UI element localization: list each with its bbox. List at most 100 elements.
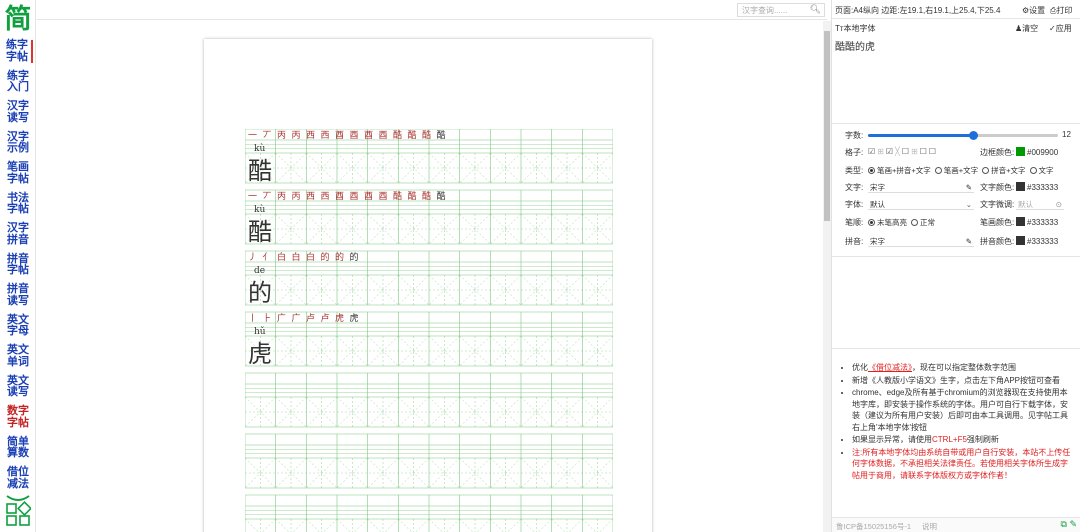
apply-button[interactable]: ✓应用 <box>1049 23 1072 34</box>
stroke-order-glyph: 酷 <box>437 129 446 141</box>
stroke-order-glyph: 虎 <box>335 312 344 324</box>
stroke-order-glyph: 丆 <box>263 192 272 202</box>
sidebar-item-14[interactable]: 借位 减法 <box>3 466 33 490</box>
help-link[interactable]: 说明 <box>922 521 937 532</box>
pinyin-label: 拼音: <box>845 237 864 246</box>
sidebar-item-1[interactable]: 练字 入门 <box>3 70 33 94</box>
worksheet-page: 一丆丙丙西西酉酉酉酉酷酷酷酷 kù 酷一丆丙丙西西酉酉酉酉酷酷酷酷 kù 酷丿亻白白白的… <box>204 39 652 532</box>
practice-char: 酷 <box>248 218 272 246</box>
stroke-radio-group[interactable]: 末笔高亮 正常 <box>868 217 939 228</box>
sidebar-item-13[interactable]: 简单 算数 <box>3 436 33 460</box>
settings-panel: 页面:A4纵向 边距:左19.1,右19.1,上25.4,下25.4 ⚙设置 ⎙… <box>831 0 1080 532</box>
sidebar-item-9[interactable]: 英文 字母 <box>3 314 33 338</box>
print-button[interactable]: ⎙打印 <box>1050 5 1072 16</box>
type-option-3[interactable]: 文字 <box>1029 166 1054 175</box>
type-radio-group[interactable]: 笔画+拼音+文字 笔画+文字 拼音+文字 文字 <box>868 165 1058 176</box>
sidebar-item-3[interactable]: 汉字 示例 <box>3 131 33 155</box>
font-select[interactable]: 默认 ⌄ <box>868 199 974 210</box>
stroke-label: 笔顺: <box>845 218 864 227</box>
icp-link[interactable]: 鲁ICP备15025156号-1 <box>836 521 911 532</box>
text-tune-label: 文字微调: <box>980 200 1015 209</box>
text-content-input[interactable]: 酷酷的虎 <box>835 38 875 53</box>
count-slider[interactable] <box>868 131 1058 140</box>
search-icon[interactable]: 🔍︎ <box>810 4 821 15</box>
border-color-picker[interactable]: #009900 <box>1016 147 1058 157</box>
preview-scrollbar[interactable] <box>823 21 831 532</box>
border-color-label: 边框颜色: <box>980 148 1015 157</box>
sidebar-item-4[interactable]: 笔画 字帖 <box>3 161 33 185</box>
sidebar-item-12[interactable]: 数字 字帖 <box>3 405 33 429</box>
site-logo[interactable]: 简 <box>4 3 32 37</box>
sidebar-item-5[interactable]: 书法 字帖 <box>3 192 33 216</box>
text-color-picker[interactable]: #333333 <box>1016 182 1058 192</box>
slider-thumb[interactable] <box>968 131 978 140</box>
stroke-order-glyph: 酷 <box>422 190 431 202</box>
type-option-2[interactable]: 拼音+文字 <box>982 166 1026 175</box>
stroke-order-glyph: 丙 <box>277 130 286 141</box>
stroke-order-glyph: 丙 <box>277 191 286 202</box>
stroke-option-1[interactable]: 正常 <box>911 218 935 227</box>
sidebar-item-2[interactable]: 汉字 读写 <box>3 100 33 124</box>
note-link: 注:所有本地字体均由系统自带或用户自行安装，本站不上传任何字体数据，不承担相关法… <box>852 447 1071 480</box>
note-item: 注:所有本地字体均由系统自带或用户自行安装，本站不上传任何字体数据，不承担相关法… <box>852 447 1074 482</box>
settings-button[interactable]: ⚙设置 <box>1022 5 1045 16</box>
count-value: 12 <box>1062 130 1071 139</box>
search-placeholder: 汉字查询...... <box>742 6 788 15</box>
sidebar-item-8[interactable]: 拼音 读写 <box>3 283 33 307</box>
sidebar-item-11[interactable]: 英文 读写 <box>3 375 33 399</box>
pinyin-color-picker[interactable]: #333333 <box>1016 236 1058 246</box>
pinyin-label: hǔ <box>254 326 266 337</box>
search-input[interactable]: 汉字查询...... 🔍︎ <box>737 3 825 17</box>
text-label: 文字: <box>845 183 864 192</box>
stroke-order-glyph: 酷 <box>393 190 402 202</box>
preview-area: 一丆丙丙西西酉酉酉酉酷酷酷酷 kù 酷一丆丙丙西西酉酉酉酉酷酷酷酷 kù 酷丿亻白白白的… <box>37 21 822 532</box>
stroke-color-picker[interactable]: #333333 <box>1016 217 1058 227</box>
note-link[interactable]: 《借位减法》 <box>868 363 912 372</box>
stroke-order-glyph: 西 <box>321 130 330 141</box>
local-font-button[interactable]: Tт本地字体 <box>835 23 876 34</box>
stroke-order-glyph: 卢 <box>321 312 330 324</box>
grid-label: 格子: <box>845 148 864 157</box>
share-icon[interactable]: ⧉ ✎ <box>1061 519 1077 530</box>
sidebar-item-7[interactable]: 拼音 字帖 <box>3 253 33 277</box>
stroke-order-glyph: 酷 <box>422 129 431 141</box>
stroke-order-glyph: 卢 <box>306 312 315 324</box>
stroke-order-glyph: 的 <box>335 251 344 263</box>
stroke-order-glyph: 酉 <box>335 130 344 141</box>
grid-options[interactable]: ☑⊞☑╳☐⊞☐☐ <box>868 147 938 156</box>
stroke-order-glyph: 丆 <box>263 131 272 141</box>
stroke-order-glyph: 丿 <box>248 253 257 263</box>
stroke-order-glyph: 虎 <box>350 312 359 324</box>
stroke-order-glyph: 丙 <box>292 191 301 202</box>
stroke-order-glyph: 广 <box>277 312 286 324</box>
sidebar-item-10[interactable]: 英文 单词 <box>3 344 33 368</box>
scrollbar-thumb[interactable] <box>824 31 830 221</box>
stroke-order-glyph: 白 <box>292 251 301 263</box>
stroke-order-glyph: 酷 <box>408 129 417 141</box>
pinyin-font-input[interactable]: 宋字 ✎ <box>868 236 974 247</box>
apps-icon[interactable] <box>5 494 31 526</box>
pen-icon: ✎ <box>965 237 972 246</box>
reset-icon[interactable]: ⊙ <box>1056 199 1062 210</box>
type-option-0[interactable]: 笔画+拼音+文字 <box>868 166 931 175</box>
note-item: 如果显示异常，请使用CTRL+F5强制刷新 <box>852 434 1074 446</box>
practice-char: 的 <box>248 279 272 307</box>
stroke-order-glyph: 西 <box>306 191 315 202</box>
text-font-input[interactable]: 宋字 ✎ <box>868 182 974 193</box>
type-label: 类型: <box>845 166 864 175</box>
clear-button[interactable]: ♟清空 <box>1015 23 1038 34</box>
pen-icon: ✎ <box>965 183 972 192</box>
stroke-order-glyph: 西 <box>321 191 330 202</box>
note-item: chrome、edge及所有基于chromium的浏览器现在支持使用本地字库，即… <box>852 387 1074 433</box>
chevron-down-icon: ⌄ <box>965 200 972 209</box>
count-label: 字数: <box>845 131 864 140</box>
sidebar-item-6[interactable]: 汉字 拼音 <box>3 222 33 246</box>
type-option-1[interactable]: 笔画+文字 <box>934 166 978 175</box>
stroke-order-glyph: 丨 <box>248 313 257 324</box>
text-tune-input[interactable]: 默认 ⊙ <box>1016 199 1064 210</box>
stroke-option-0[interactable]: 末笔高亮 <box>868 218 907 227</box>
stroke-order-glyph: 酉 <box>364 130 373 141</box>
stroke-order-glyph: 酉 <box>350 191 359 202</box>
pinyin-label: kù <box>254 143 265 154</box>
sidebar-item-0[interactable]: 练字 字帖 <box>3 39 33 63</box>
